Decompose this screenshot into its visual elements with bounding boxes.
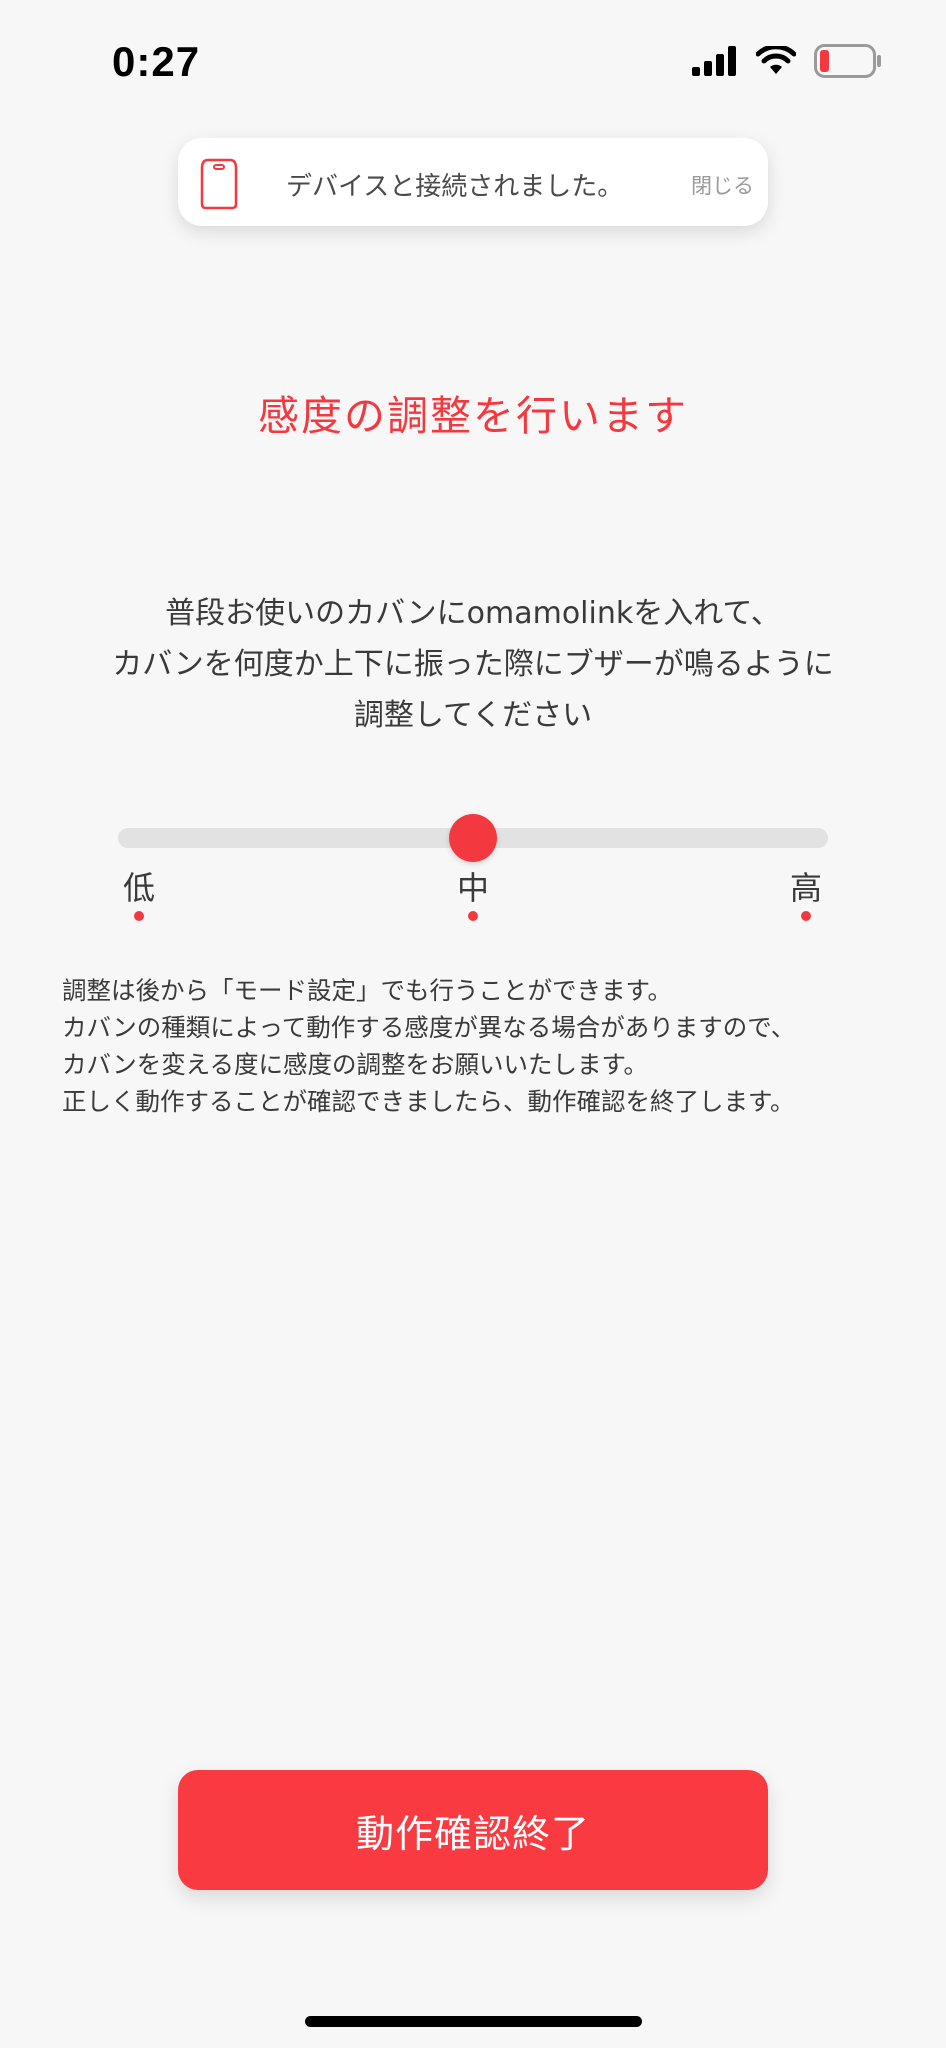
notes-text: 調整は後から「モード設定」でも行うことができます。 カバンの種類によって動作する…	[62, 972, 922, 1120]
tick-mid: 中	[443, 868, 503, 921]
tick-dot	[801, 911, 811, 921]
battery-low-icon	[814, 44, 881, 78]
instruction-text: 普段お使いのカバンにomamolinkを入れて、 カバンを何度か上下に振った際に…	[40, 588, 906, 741]
tick-label-mid: 中	[456, 869, 489, 907]
slider-thumb[interactable]	[449, 814, 497, 862]
notes-line: 調整は後から「モード設定」でも行うことができます。	[62, 976, 673, 1005]
device-tag-icon	[200, 158, 238, 210]
instruction-line: 調整してください	[353, 698, 593, 733]
status-bar: 0:27	[0, 0, 946, 120]
sensitivity-slider[interactable]	[118, 806, 828, 866]
notes-line: 正しく動作することが確認できましたら、動作確認を終了します。	[62, 1087, 795, 1116]
tick-dot	[134, 911, 144, 921]
connection-toast: デバイスと接続されました。 閉じる	[178, 138, 768, 226]
instruction-line: 普段お使いのカバンにomamolinkを入れて、	[165, 596, 781, 631]
finish-check-button[interactable]: 動作確認終了	[178, 1770, 768, 1890]
tick-dot	[468, 911, 478, 921]
notes-line: カバンを変える度に感度の調整をお願いいたします。	[62, 1050, 649, 1079]
cellular-signal-icon	[692, 46, 736, 76]
tick-label-high: 高	[789, 869, 822, 907]
status-time: 0:27	[112, 38, 201, 85]
toast-message: デバイスと接続されました。	[286, 172, 624, 202]
page-title: 感度の調整を行います	[258, 392, 688, 440]
status-icons	[692, 44, 882, 78]
toast-close-button[interactable]: 閉じる	[691, 170, 754, 200]
tick-high: 高	[776, 868, 836, 921]
notes-line: カバンの種類によって動作する感度が異なる場合がありますので、	[62, 1013, 796, 1042]
wifi-icon	[756, 46, 796, 74]
tick-label-low: 低	[122, 869, 155, 907]
home-indicator	[305, 2016, 642, 2027]
tick-low: 低	[109, 868, 169, 921]
instruction-line: カバンを何度か上下に振った際にブザーが鳴るように	[112, 647, 834, 682]
